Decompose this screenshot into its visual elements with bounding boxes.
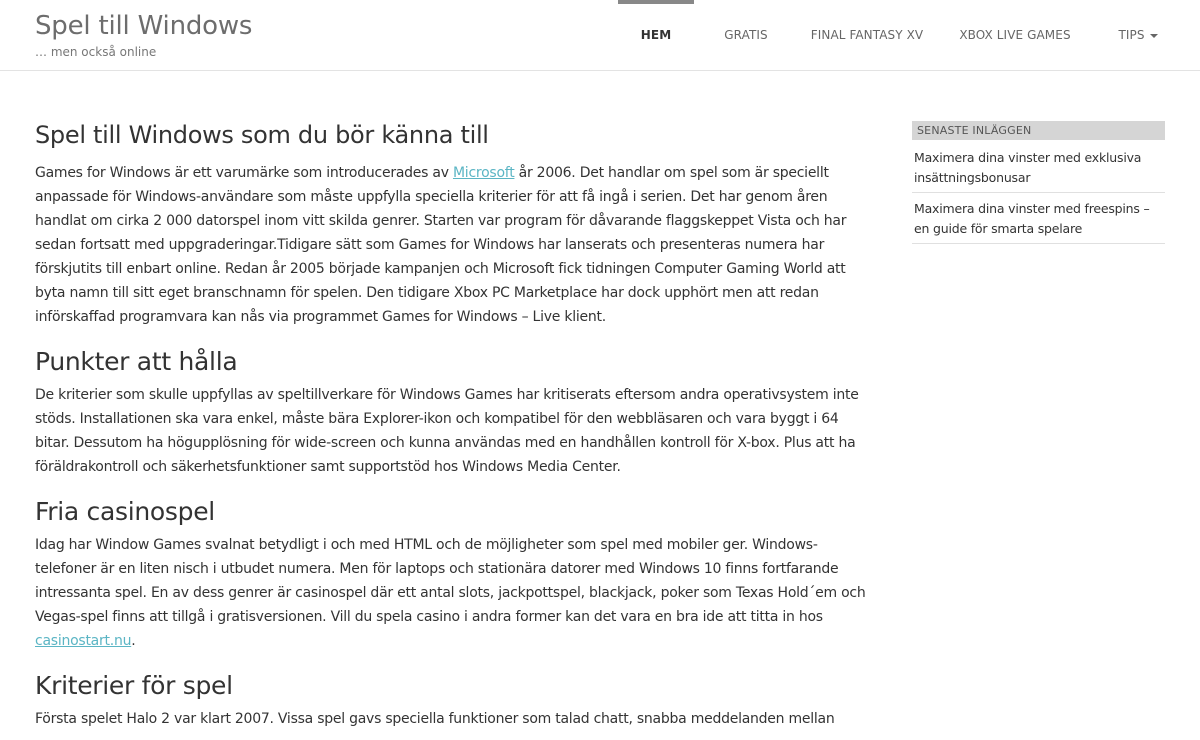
caret-down-icon (1149, 33, 1158, 38)
site-tagline: … men också online (35, 45, 157, 59)
casino-text-after: . (131, 633, 136, 649)
section-heading-punkter: Punkter att hålla (35, 347, 238, 376)
section-heading-casinospel: Fria casinospel (35, 497, 215, 526)
nav-item-label: HEM (640, 28, 672, 42)
recent-posts-title: SENASTE INLÄGGEN (912, 121, 1165, 140)
nav-item-xbox-live-games[interactable]: XBOX LIVE GAMES (955, 0, 1075, 71)
intro-text-after: år 2006. Det handlar om spel som är spec… (35, 165, 847, 325)
nav-item-label: GRATIS (724, 28, 768, 42)
site-title-link[interactable]: Spel till Windows (35, 10, 252, 42)
section-text-casinospel: Idag har Window Games svalnat betydligt … (35, 533, 875, 653)
nav-item-final-fantasy-xv[interactable]: FINAL FANTASY XV (802, 0, 932, 71)
article-intro: Games for Windows är ett varumärke som i… (35, 161, 875, 329)
nav-item-label: FINAL FANTASY XV (810, 28, 924, 42)
article-title: Spel till Windows som du bör känna till (35, 121, 489, 149)
recent-post-link[interactable]: Maximera dina vinster med freespins – en… (912, 199, 1165, 244)
sidebar: SENASTE INLÄGGEN Maximera dina vinster m… (912, 121, 1165, 250)
intro-text-before: Games for Windows är ett varumärke som i… (35, 165, 453, 181)
recent-post-link[interactable]: Maximera dina vinster med exklusiva insä… (912, 148, 1165, 193)
casinostart-link[interactable]: casinostart.nu (35, 633, 131, 649)
nav-item-label: TIPS (1118, 28, 1145, 42)
nav-item-label: XBOX LIVE GAMES (959, 28, 1071, 42)
section-text-kriterier: Första spelet Halo 2 var klart 2007. Vis… (35, 711, 835, 727)
nav-item-tips[interactable]: TIPS (1112, 0, 1164, 71)
nav-item-hem[interactable]: HEM (618, 0, 694, 71)
nav-item-gratis[interactable]: GRATIS (708, 0, 784, 71)
site-header: Spel till Windows … men också online HEM… (0, 0, 1200, 71)
recent-posts-list: Maximera dina vinster med exklusiva insä… (912, 148, 1165, 244)
casino-text-before: Idag har Window Games svalnat betydligt … (35, 537, 866, 625)
section-text-punkter: De kriterier som skulle uppfyllas av spe… (35, 387, 859, 475)
main-content: Spel till Windows som du bör känna till … (35, 118, 875, 731)
site-branding: Spel till Windows … men också online (35, 10, 252, 60)
section-heading-kriterier: Kriterier för spel (35, 671, 233, 700)
microsoft-link[interactable]: Microsoft (453, 165, 515, 181)
